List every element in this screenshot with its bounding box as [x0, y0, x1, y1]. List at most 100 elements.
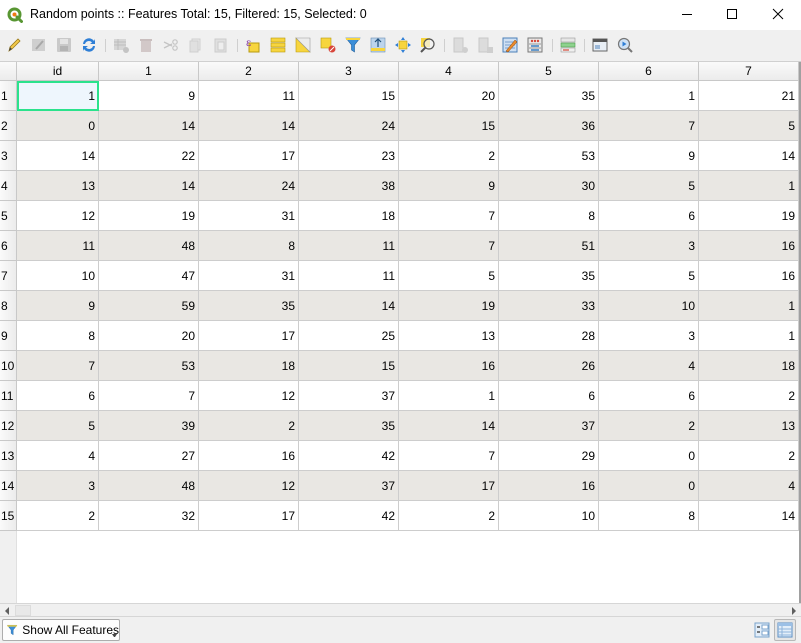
table-cell-1[interactable]: 39 [99, 411, 199, 441]
table-cell-5[interactable]: 16 [499, 471, 599, 501]
table-cell-id[interactable]: 12 [17, 201, 99, 231]
table-cell-7[interactable]: 2 [699, 441, 799, 471]
row-header[interactable]: 8 [0, 291, 17, 321]
deselect-all-button[interactable] [318, 35, 338, 55]
table-cell-4[interactable]: 9 [399, 171, 499, 201]
table-row[interactable]: 7 10 47 31 11 5 35 5 16 [0, 261, 801, 291]
table-row[interactable]: 6 11 48 8 11 7 51 3 16 [0, 231, 801, 261]
table-cell-id[interactable]: 2 [17, 501, 99, 531]
table-cell-4[interactable]: 5 [399, 261, 499, 291]
table-cell-3[interactable]: 37 [299, 381, 399, 411]
maximize-button[interactable] [709, 0, 755, 30]
table-cell-6[interactable]: 8 [599, 501, 699, 531]
table-cell-6[interactable]: 6 [599, 381, 699, 411]
table-cell-5[interactable]: 35 [499, 81, 599, 111]
cut-selected-button[interactable] [161, 35, 181, 55]
table-cell-2[interactable]: 17 [199, 501, 299, 531]
table-cell-id[interactable]: 8 [17, 321, 99, 351]
paste-features-button[interactable] [211, 35, 231, 55]
field-calculator-button[interactable] [525, 35, 545, 55]
move-selection-to-top-button[interactable] [368, 35, 388, 55]
table-row[interactable]: 9 8 20 17 25 13 28 3 1 [0, 321, 801, 351]
table-cell-6[interactable]: 4 [599, 351, 699, 381]
delete-selected-button[interactable] [136, 35, 156, 55]
add-feature-button[interactable] [111, 35, 131, 55]
column-header-5[interactable]: 5 [499, 62, 599, 81]
table-cell-2[interactable]: 8 [199, 231, 299, 261]
table-cell-3[interactable]: 38 [299, 171, 399, 201]
table-cell-2[interactable]: 2 [199, 411, 299, 441]
reload-table-button[interactable] [79, 35, 99, 55]
table-cell-2[interactable]: 14 [199, 111, 299, 141]
table-cell-1[interactable]: 14 [99, 111, 199, 141]
table-cell-5[interactable]: 30 [499, 171, 599, 201]
delete-field-button[interactable] [475, 35, 495, 55]
table-cell-7[interactable]: 14 [699, 501, 799, 531]
table-row[interactable]: 10 7 53 18 15 16 26 4 18 [0, 351, 801, 381]
table-cell-7[interactable]: 2 [699, 381, 799, 411]
select-by-expression-button[interactable]: ε [243, 35, 263, 55]
table-cell-7[interactable]: 1 [699, 291, 799, 321]
table-cell-6[interactable]: 9 [599, 141, 699, 171]
table-row[interactable]: 13 4 27 16 42 7 29 0 2 [0, 441, 801, 471]
table-cell-2[interactable]: 18 [199, 351, 299, 381]
table-cell-id[interactable]: 5 [17, 411, 99, 441]
corner-button[interactable] [0, 62, 17, 81]
table-cell-3[interactable]: 37 [299, 471, 399, 501]
table-cell-7[interactable]: 14 [699, 141, 799, 171]
toggle-multi-edit-button[interactable] [29, 35, 49, 55]
table-cell-5[interactable]: 28 [499, 321, 599, 351]
table-cell-5[interactable]: 37 [499, 411, 599, 441]
new-field-button[interactable] [450, 35, 470, 55]
table-cell-2[interactable]: 17 [199, 141, 299, 171]
table-cell-id[interactable]: 13 [17, 171, 99, 201]
table-cell-3[interactable]: 24 [299, 111, 399, 141]
row-header[interactable]: 2 [0, 111, 17, 141]
row-header[interactable]: 9 [0, 321, 17, 351]
table-cell-6[interactable]: 3 [599, 321, 699, 351]
table-cell-id[interactable]: 6 [17, 381, 99, 411]
table-cell-3[interactable]: 15 [299, 351, 399, 381]
table-cell-6[interactable]: 3 [599, 231, 699, 261]
table-cell-id[interactable]: 9 [17, 291, 99, 321]
table-cell-1[interactable]: 19 [99, 201, 199, 231]
table-cell-id[interactable]: 7 [17, 351, 99, 381]
column-header-1[interactable]: 1 [99, 62, 199, 81]
table-cell-4[interactable]: 1 [399, 381, 499, 411]
table-cell-4[interactable]: 20 [399, 81, 499, 111]
table-cell-7[interactable]: 21 [699, 81, 799, 111]
table-cell-2[interactable]: 12 [199, 381, 299, 411]
table-cell-5[interactable]: 36 [499, 111, 599, 141]
table-cell-4[interactable]: 2 [399, 501, 499, 531]
table-cell-1[interactable]: 9 [99, 81, 199, 111]
table-cell-7[interactable]: 16 [699, 261, 799, 291]
table-cell-1[interactable]: 59 [99, 291, 199, 321]
table-cell-7[interactable]: 13 [699, 411, 799, 441]
table-cell-4[interactable]: 2 [399, 141, 499, 171]
table-cell-1[interactable]: 53 [99, 351, 199, 381]
row-header[interactable]: 13 [0, 441, 17, 471]
table-cell-3[interactable]: 11 [299, 231, 399, 261]
row-header[interactable]: 11 [0, 381, 17, 411]
table-cell-2[interactable]: 31 [199, 201, 299, 231]
table-cell-1[interactable]: 48 [99, 471, 199, 501]
table-cell-5[interactable]: 51 [499, 231, 599, 261]
table-cell-5[interactable]: 6 [499, 381, 599, 411]
table-cell-6[interactable]: 1 [599, 81, 699, 111]
table-cell-5[interactable]: 8 [499, 201, 599, 231]
table-cell-7[interactable]: 1 [699, 171, 799, 201]
scroll-left-button[interactable] [0, 604, 14, 617]
table-cell-7[interactable]: 5 [699, 111, 799, 141]
row-header[interactable]: 6 [0, 231, 17, 261]
table-cell-4[interactable]: 19 [399, 291, 499, 321]
row-header[interactable]: 5 [0, 201, 17, 231]
table-cell-3[interactable]: 14 [299, 291, 399, 321]
table-cell-2[interactable]: 16 [199, 441, 299, 471]
table-row[interactable]: 5 12 19 31 18 7 8 6 19 [0, 201, 801, 231]
attribute-table[interactable]: id 1 2 3 4 5 6 7 1 1 9 11 15 20 35 1 21 2 0 14 14 24 1… [0, 61, 801, 604]
table-view-button[interactable] [774, 619, 796, 641]
table-cell-2[interactable]: 11 [199, 81, 299, 111]
table-row[interactable]: 8 9 59 35 14 19 33 10 1 [0, 291, 801, 321]
table-cell-3[interactable]: 35 [299, 411, 399, 441]
table-cell-6[interactable]: 2 [599, 411, 699, 441]
